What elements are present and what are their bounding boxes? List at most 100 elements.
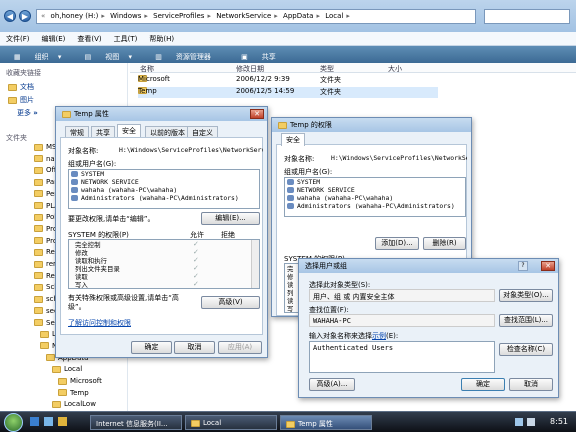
tree-item[interactable]: Microsoft [58, 377, 102, 385]
allow-check-icon: ✓ [193, 272, 199, 280]
tree-item[interactable]: Pol [34, 213, 56, 221]
forward-button[interactable]: ▶ [19, 10, 31, 22]
switch-windows-icon[interactable] [44, 417, 54, 426]
user-row[interactable]: SYSTEM [69, 170, 259, 178]
advanced-button[interactable]: 高级(A)... [309, 378, 355, 391]
tab-security[interactable]: 安全 [117, 124, 141, 137]
help-button[interactable]: ? [518, 261, 528, 271]
user-row[interactable]: NETWORK SERVICE [285, 186, 465, 194]
folder-icon [40, 342, 49, 350]
tree-item[interactable]: Par [34, 178, 57, 186]
file-row-selected[interactable]: Temp 2006/12/5 14:59 文件夹 [138, 87, 438, 98]
cancel-button[interactable]: 取消 [174, 341, 215, 354]
tab-security[interactable]: 安全 [281, 133, 305, 146]
favorites-heading: 收藏夹链接 [6, 69, 41, 77]
learn-access-control-link[interactable]: 了解访问控制和权限 [68, 318, 131, 328]
browser-icon[interactable] [58, 417, 68, 426]
user-group-icon [287, 187, 294, 193]
permission-row: 写入 ✓ [69, 280, 259, 288]
tree-item[interactable]: Pro [34, 225, 57, 233]
advanced-button[interactable]: 高级(V) [201, 296, 260, 309]
taskbar-item-temp-properties[interactable]: Temp 属性 [280, 415, 372, 430]
breadcrumb-item[interactable]: NetworkService [216, 12, 271, 20]
ok-button[interactable]: 确定 [461, 378, 505, 391]
user-row[interactable]: Administrators (wahaha-PC\Administrators… [69, 194, 259, 202]
user-list[interactable]: SYSTEM NETWORK SERVICE wahaha (wahaha-PC… [68, 169, 260, 209]
col-type[interactable]: 类型 [320, 64, 334, 74]
folder-icon [191, 419, 200, 427]
tab-sharing[interactable]: 共享 [91, 126, 115, 137]
object-names-input[interactable]: Authenticated Users [309, 341, 495, 373]
menu-edit[interactable]: 编辑(E) [36, 32, 72, 46]
address-box[interactable]: « oh,honey (H:) ▸ Windows ▸ ServiceProfile… [36, 9, 476, 24]
user-row[interactable]: Administrators (wahaha-PC\Administrators… [285, 202, 465, 210]
tab-previous-versions[interactable]: 以前的版本 [145, 126, 190, 137]
menu-help[interactable]: 帮助(H) [143, 32, 180, 46]
breadcrumb-item[interactable]: Windows [110, 12, 141, 20]
remove-button[interactable]: 删除(R) [423, 237, 466, 250]
user-row[interactable]: NETWORK SERVICE [69, 178, 259, 186]
col-name[interactable]: 名称 [140, 64, 154, 74]
ok-button[interactable]: 确定 [131, 341, 172, 354]
scrollbar[interactable] [251, 240, 259, 288]
cancel-button[interactable]: 取消 [509, 378, 553, 391]
breadcrumb-item[interactable]: oh,honey (H:) [51, 12, 99, 20]
user-row[interactable]: wahaha (wahaha-PC\wahaha) [69, 186, 259, 194]
search-input[interactable] [484, 9, 570, 24]
close-button[interactable]: ✕ [541, 261, 555, 271]
tab-general[interactable]: 常规 [65, 126, 89, 137]
file-date: 2006/12/2 9:39 [236, 75, 290, 83]
tree-item[interactable]: Temp [58, 389, 89, 397]
favorite-documents[interactable]: 文档 [8, 82, 34, 92]
folder-icon [58, 377, 67, 385]
breadcrumb-item[interactable]: AppData [283, 12, 313, 20]
chevron-right-icon: ▸ [207, 12, 211, 20]
folder-icon [278, 121, 287, 129]
taskbar-item-local[interactable]: Local [185, 415, 277, 430]
check-names-button[interactable]: 检查名称(C) [499, 343, 553, 356]
tree-item[interactable]: Local [52, 365, 82, 373]
menu-tools[interactable]: 工具(T) [108, 32, 144, 46]
folder-icon [34, 202, 43, 209]
back-button[interactable]: ◀ [4, 10, 16, 22]
locations-button[interactable]: 查找范围(L)... [499, 314, 553, 327]
favorite-pictures[interactable]: 图片 [8, 95, 34, 105]
special-perm-hint: 有关特殊权限或高级设置,请单击“高级”。 [68, 294, 179, 311]
select-users-dialog: 选择用户或组 ? ✕ 选择此对象类型(S): 用户、组 或 内置安全主体 对象类… [298, 258, 559, 398]
file-row[interactable]: Microsoft 2006/12/2 9:39 文件夹 [138, 75, 438, 86]
apply-button[interactable]: 应用(A) [218, 341, 262, 354]
start-button[interactable] [4, 413, 23, 432]
breadcrumb-item[interactable]: ServiceProfiles [153, 12, 204, 20]
user-row[interactable]: wahaha (wahaha-PC\wahaha) [285, 194, 465, 202]
menu-file[interactable]: 文件(F) [0, 32, 36, 46]
object-types-button[interactable]: 对象类型(O)... [499, 289, 553, 302]
breadcrumb-item[interactable]: Local [325, 12, 343, 20]
tab-customize[interactable]: 自定义 [187, 126, 218, 137]
favorite-more[interactable]: 更多 » [17, 108, 38, 118]
dialog-title: Temp 属性 [74, 110, 109, 118]
network-icon[interactable] [515, 418, 523, 426]
tree-item[interactable]: Off [34, 166, 56, 174]
col-size[interactable]: 大小 [388, 64, 402, 74]
folder-icon [34, 237, 43, 245]
show-desktop-icon[interactable] [30, 417, 39, 426]
examples-link[interactable]: 示例 [372, 332, 386, 340]
tree-item[interactable]: L [40, 330, 56, 338]
tree-item[interactable]: MS [34, 143, 56, 151]
menu-view[interactable]: 查看(V) [71, 32, 107, 46]
chevron-right-icon: ▸ [316, 12, 320, 20]
tree-item[interactable]: Pro [34, 237, 57, 245]
tree-item[interactable]: Per [34, 190, 57, 198]
edit-button[interactable]: 编辑(E)... [201, 212, 260, 225]
clock[interactable]: 8:51 [550, 417, 568, 426]
volume-icon[interactable] [527, 418, 536, 426]
user-list[interactable]: SYSTEM NETWORK SERVICE wahaha (wahaha-PC… [284, 177, 466, 217]
col-date[interactable]: 修改日期 [236, 64, 264, 74]
change-hint: 要更改权限,请单击“编辑”。 [68, 215, 155, 223]
tree-item[interactable]: LocalLow [52, 400, 96, 408]
close-button[interactable]: ✕ [250, 109, 264, 119]
taskbar-item-iis[interactable]: Internet 信息服务(II... [90, 415, 182, 430]
user-row[interactable]: SYSTEM [285, 178, 465, 186]
folder-icon [62, 110, 71, 118]
add-button[interactable]: 添加(D)... [375, 237, 419, 250]
